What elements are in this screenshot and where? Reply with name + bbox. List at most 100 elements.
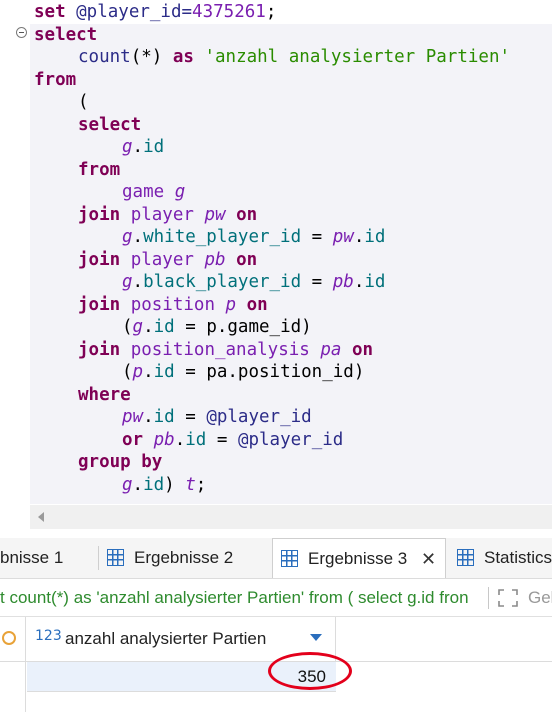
tab-divider	[98, 546, 99, 570]
code-line[interactable]: join player pb on	[78, 249, 257, 271]
scroll-left-icon[interactable]	[38, 512, 44, 522]
code-line[interactable]: or pb.id = @player_id	[122, 429, 343, 451]
code-token: g	[122, 137, 133, 157]
code-token: pw	[332, 227, 354, 247]
code-line[interactable]: g.id) t;	[122, 474, 206, 496]
code-token: pb	[153, 429, 175, 450]
code-line[interactable]: select	[34, 24, 97, 46]
code-token: = p.game_id)	[174, 317, 312, 337]
code-token: t	[185, 474, 196, 495]
column-title: anzahl analysierter Partien	[65, 629, 267, 648]
close-tab-icon[interactable]: ✕	[421, 539, 436, 579]
code-line[interactable]: (g.id = p.game_id)	[122, 316, 312, 338]
code-token: .	[132, 272, 144, 292]
tab-label: Ergebnisse 2	[134, 548, 234, 567]
code-token: @player_id	[206, 407, 312, 427]
code-line[interactable]: join position p on	[78, 294, 268, 316]
code-token: .	[174, 429, 186, 450]
code-token: .	[143, 317, 154, 337]
fold-toggle-icon[interactable]	[16, 27, 27, 38]
generated-sql-label[interactable]: Gel	[528, 580, 552, 616]
code-token: on	[236, 249, 258, 270]
code-token: set	[34, 2, 66, 22]
code-token: .	[353, 227, 365, 247]
tab-ergebnisse-2[interactable]: Ergebnisse 2	[100, 538, 270, 578]
executed-query-text[interactable]: t count(*) as 'anzahl analysierter Parti…	[0, 580, 487, 616]
code-token: on	[246, 294, 268, 315]
code-token: (*)	[130, 47, 173, 67]
tab-label: Ergebnisse 3	[308, 549, 408, 568]
result-grid-icon	[107, 549, 124, 566]
code-token: id	[153, 362, 175, 382]
code-token: join	[78, 204, 121, 225]
code-line[interactable]: group by	[78, 451, 162, 473]
code-line[interactable]: g.white_player_id = pw.id	[122, 226, 385, 248]
code-token: game	[122, 182, 165, 202]
code-token: (	[122, 317, 133, 337]
code-line[interactable]: game g	[122, 181, 185, 203]
horizontal-scrollbar[interactable]	[30, 505, 552, 529]
code-token: from	[34, 69, 77, 90]
code-line[interactable]: select	[78, 114, 141, 136]
code-token: .	[353, 272, 365, 292]
code-token: ;	[195, 474, 207, 495]
code-token: p	[225, 294, 237, 315]
code-token: pa	[320, 339, 342, 360]
results-tab-bar: bnisse 1 Ergebnisse 2 Ergebnisse 3 ✕ Sta…	[0, 538, 552, 579]
numeric-type-icon: 123	[35, 628, 62, 644]
tab-ergebnisse-1[interactable]: bnisse 1	[0, 538, 96, 578]
code-token: =	[174, 407, 207, 427]
code-line[interactable]: set @player_id=4375261;	[34, 1, 276, 23]
code-token: from	[78, 159, 121, 180]
code-line[interactable]: (p.id = pa.position_id)	[122, 361, 364, 383]
code-token: = pa.position_id)	[174, 362, 365, 382]
expand-icon[interactable]	[498, 589, 518, 607]
sql-editor[interactable]: set @player_id=4375261; select count(*) as…	[0, 0, 552, 504]
tab-ergebnisse-3[interactable]: Ergebnisse 3 ✕	[272, 538, 446, 578]
code-token: g	[122, 227, 133, 247]
code-line[interactable]: pw.id = @player_id	[122, 406, 312, 428]
code-token: on	[352, 339, 374, 360]
code-token: or	[122, 429, 144, 450]
code-line[interactable]: (	[78, 91, 89, 113]
code-token: select	[34, 24, 98, 45]
code-line[interactable]: from	[78, 159, 120, 181]
code-line[interactable]: g.black_player_id = pb.id	[122, 271, 385, 293]
code-token: join	[78, 339, 121, 360]
code-token: pw	[204, 204, 226, 225]
select-all-circle-icon[interactable]	[2, 631, 16, 645]
tab-statistics[interactable]: Statistics	[448, 538, 552, 578]
code-token: g	[122, 474, 133, 495]
code-line[interactable]: g.id	[122, 136, 164, 158]
code-token: .	[132, 474, 144, 495]
code-token: g	[174, 182, 186, 202]
code-token: .	[132, 227, 144, 247]
code-line[interactable]: from	[34, 69, 76, 91]
code-token: as	[172, 47, 194, 67]
code-line[interactable]: join player pw on	[78, 204, 257, 226]
code-token: @player_id	[237, 429, 344, 450]
sort-dropdown-icon[interactable]	[310, 634, 322, 641]
code-token: group by	[78, 452, 163, 472]
code-token: =	[301, 272, 333, 292]
code-token: =	[301, 227, 333, 247]
code-token: position_analysis	[130, 339, 310, 360]
code-token: id	[364, 272, 386, 292]
code-line[interactable]: count(*) as 'anzahl analysierter Partien…	[78, 46, 510, 68]
code-token: g	[122, 272, 133, 292]
code-token: (	[78, 92, 89, 112]
code-line[interactable]: where	[78, 384, 131, 406]
code-token: .	[143, 362, 154, 382]
code-token: 4375261	[192, 2, 266, 22]
code-line[interactable]: join position_analysis pa on	[78, 339, 373, 361]
